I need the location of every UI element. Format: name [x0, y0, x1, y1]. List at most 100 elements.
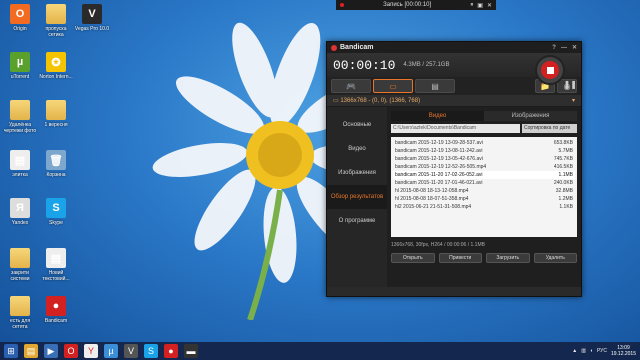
file-row[interactable]: hl 2015-08-08 18-07-51-358.mp4 1.2MB [393, 195, 575, 203]
desktop-icon-label: 1 вересня [44, 122, 68, 128]
language-indicator[interactable]: РУС [597, 348, 607, 354]
utorrent-icon[interactable]: µ [104, 344, 118, 358]
file-row[interactable]: bandicam 2015-11-20 17-02-26-052.avi 1.1M… [393, 171, 575, 179]
file-row[interactable]: bandicam 2015-12-19 13-08-11-242.avi 5.7M… [393, 147, 575, 155]
action-button[interactable]: Удалить [533, 253, 577, 263]
record-dot-icon [340, 3, 344, 7]
device-mode-button[interactable]: ▤ [415, 79, 455, 93]
desktop-icon[interactable]: µ uTorrent [2, 52, 38, 80]
desktop-icon-label: uTorrent [10, 74, 30, 80]
file-name: bandicam 2015-12-19 12-52-26-505.mp4 [395, 164, 487, 170]
bandicam-taskbar-icon[interactable]: ● [164, 344, 178, 358]
desktop-icon-label: Удалёнка чертежи фото [3, 122, 37, 134]
sidebar-item[interactable]: Основные [327, 113, 387, 137]
skype-icon[interactable]: S [144, 344, 158, 358]
bandicam-titlebar[interactable]: Bandicam ? — ✕ [327, 42, 581, 53]
desktop-icon[interactable]: Удалёнка чертежи фото [2, 100, 38, 134]
terminal-icon[interactable]: ▬ [184, 344, 198, 358]
desktop-icon-label: Bandicam [44, 318, 68, 324]
file-size: 416.5KB [553, 164, 573, 170]
sidebar-item[interactable]: О программе [327, 209, 387, 233]
help-button[interactable]: ? [552, 45, 556, 51]
pause-icon[interactable]: ⏸ [470, 2, 473, 9]
volume-icon[interactable]: ◖ [590, 348, 593, 354]
network-icon[interactable]: ▥ [581, 348, 586, 354]
sidebar-item[interactable]: Видео [327, 137, 387, 161]
desktop-icon[interactable]: O Origin [2, 4, 38, 32]
file-size: 5.7MB [558, 148, 573, 154]
sidebar-item[interactable]: Обзор результатов [327, 185, 387, 209]
close-button[interactable]: ✕ [572, 44, 577, 51]
desktop-icon[interactable]: ● Bandicam [38, 296, 74, 324]
tab-images[interactable]: Изображения [484, 111, 577, 121]
desktop-icon[interactable]: пропуска сетика [38, 4, 74, 38]
vegas-icon[interactable]: V [124, 344, 138, 358]
file-name: bandicam 2015-12-19 13-09-28-537.avi [395, 140, 483, 146]
action-button[interactable]: Загрузить [486, 253, 530, 263]
desktop-icon-glyph: ▤ [10, 150, 30, 170]
desktop-icon-label: Vegas Pro 10.0 [74, 26, 110, 32]
tab-video[interactable]: Видео [391, 111, 484, 121]
desktop-icon-label: Origin [13, 26, 27, 32]
file-name: bandicam 2015-12-19 13-08-11-242.avi [395, 148, 483, 154]
tray-arrow-icon[interactable]: ▲ [572, 348, 577, 354]
desktop-icon[interactable]: ✪ Norton Intern... [38, 52, 74, 80]
clock-date: 19.12.2015 [610, 351, 636, 357]
pause-button[interactable]: ❚❚ [564, 80, 577, 89]
file-name: bandicam 2015-11-20 17-02-26-052.avi [395, 172, 483, 178]
desktop-icon[interactable]: ▤ элитка [2, 150, 38, 178]
close-icon[interactable]: ✕ [487, 2, 492, 9]
record-button[interactable] [535, 55, 565, 85]
desktop-icon[interactable]: Я Yandex [2, 198, 38, 226]
desktop-icon[interactable]: S Skype [38, 198, 74, 226]
output-path-field[interactable]: C:\Users\aztek\Documents\Bandicam [391, 124, 520, 133]
desktop-icon[interactable]: закрити системи [2, 248, 38, 282]
file-row[interactable]: bandicam 2015-12-19 13-09-28-537.avi 653.… [393, 139, 575, 147]
desktop-icon[interactable]: 1 вересня [38, 100, 74, 128]
desktop-icon[interactable]: ▤ Новий текстовий... [38, 248, 74, 282]
game-mode-button[interactable]: 🎮 [331, 79, 371, 93]
action-button[interactable]: Привести [438, 253, 482, 263]
desktop-icon[interactable]: 🗑 Корзина [38, 150, 74, 178]
desktop-icon[interactable]: есть для сетята [2, 296, 38, 330]
file-row[interactable]: bandicam 2015-11-20 17-01-46-021.avi 240.… [393, 179, 575, 187]
desktop-icon-label: есть для сетята [9, 318, 31, 330]
file-size: 240.0KB [553, 180, 573, 186]
sort-dropdown[interactable]: Сортировка по дате [522, 124, 577, 133]
desktop-icon-label: Корзина [46, 172, 66, 178]
window-title: Bandicam [340, 44, 374, 51]
recording-time: 00:00:10 [333, 57, 396, 73]
sidebar-item[interactable]: Изображения [327, 161, 387, 185]
action-button[interactable]: Открыть [391, 253, 435, 263]
desktop-icon-label: Новий текстовий... [42, 270, 70, 282]
desktop-icon-glyph: S [46, 198, 66, 218]
minimize-button[interactable]: — [561, 45, 567, 51]
desktop-icon-glyph: ● [46, 296, 66, 316]
start-button[interactable]: ⊞ [4, 344, 18, 358]
media-player-icon[interactable]: ▶ [44, 344, 58, 358]
desktop-icon-glyph: ✪ [46, 52, 66, 72]
file-name: hl2 2015-06-21 21-51-31-508.mp4 [395, 204, 472, 210]
desktop-icon-glyph [10, 248, 30, 268]
dropdown-chevron-icon[interactable]: ▾ [572, 97, 575, 104]
file-row[interactable]: bandicam 2015-12-19 13-05-42-676.avi 745.… [393, 155, 575, 163]
desktop-icon-label: Yandex [11, 220, 29, 226]
desktop-icon-glyph: µ [10, 52, 30, 72]
file-row[interactable]: hl 2015-08-08 18-13-12-058.mp4 32.8MB [393, 187, 575, 195]
origin-icon[interactable]: O [64, 344, 78, 358]
settings-sidebar: Основные Видео Изображения Обзор результато… [327, 107, 387, 287]
camera-icon[interactable]: ▣ [477, 2, 483, 9]
screen-mode-button[interactable]: ▭ [373, 79, 413, 93]
file-row[interactable]: hl2 2015-06-21 21-51-31-508.mp4 1.1KB [393, 203, 575, 211]
yandex-icon[interactable]: Y [84, 344, 98, 358]
recording-toolbar[interactable]: Запись [00:00:10] ⏸ ▣ ✕ [336, 0, 496, 10]
explorer-icon[interactable]: ▤ [24, 344, 38, 358]
file-size: 1.1KB [559, 204, 573, 210]
system-clock[interactable]: 13:09 19.12.2015 [611, 345, 636, 357]
recording-title: Запись [00:00:10] [383, 2, 432, 8]
desktop-icon[interactable]: V Vegas Pro 10.0 [74, 4, 110, 32]
file-row[interactable]: bandicam 2015-12-19 12-52-26-505.mp4 416.… [393, 163, 575, 171]
file-name: hl 2015-08-08 18-13-12-058.mp4 [395, 188, 469, 194]
monitor-icon: ▭ [333, 98, 341, 104]
bandicam-window: Bandicam ? — ✕ 00:00:10 4.3MB / 257.1GB … [326, 41, 582, 297]
